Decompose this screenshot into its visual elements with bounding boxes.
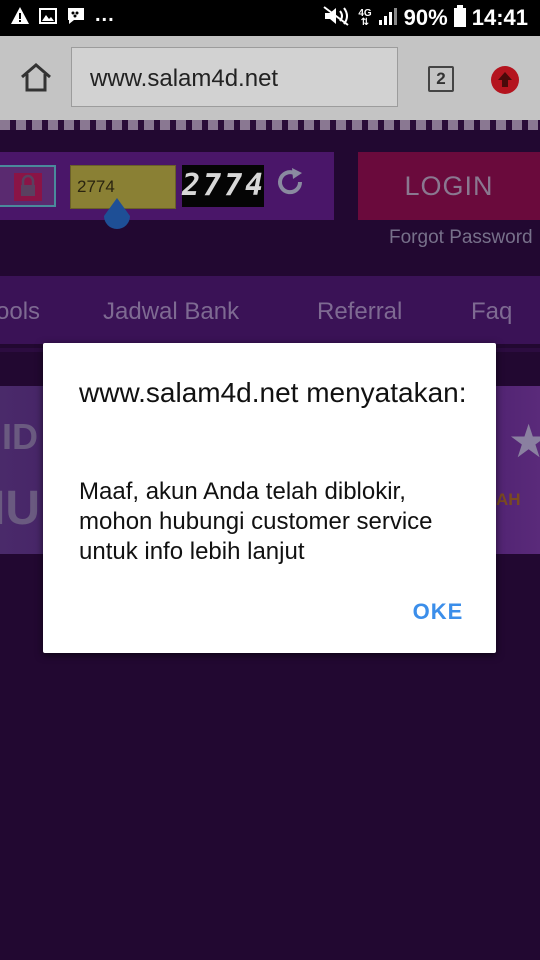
- nav-item-tools[interactable]: ools: [0, 298, 40, 326]
- nav-item-faq[interactable]: Faq: [471, 298, 512, 326]
- login-button[interactable]: LOGIN: [358, 152, 540, 220]
- image-icon: [39, 7, 57, 30]
- network-type-label: 4G: [358, 8, 372, 19]
- mute-icon: [322, 5, 352, 32]
- browser-toolbar: www.salam4d.net 2: [0, 36, 540, 120]
- nav-item-jadwal-bank[interactable]: Jadwal Bank: [103, 298, 239, 326]
- ok-button[interactable]: OKE: [393, 594, 483, 630]
- home-icon[interactable]: [18, 60, 54, 96]
- tabs-icon[interactable]: 2: [428, 66, 454, 92]
- battery-icon: [453, 4, 466, 32]
- password-field[interactable]: [0, 165, 56, 207]
- url-bar[interactable]: www.salam4d.net: [71, 47, 398, 107]
- upload-icon[interactable]: [491, 66, 519, 94]
- decorative-strip: [0, 120, 540, 130]
- overflow-dots: ...: [95, 3, 115, 26]
- signal-icon: [378, 6, 398, 31]
- banner-tag: AH: [496, 490, 521, 509]
- status-bar: ... 4G ⇅ 90% 14:41: [0, 0, 540, 36]
- forgot-password-link[interactable]: Forgot Password: [389, 227, 533, 249]
- nav-item-referral[interactable]: Referral: [317, 298, 402, 326]
- banner-text-1: IID: [0, 416, 39, 457]
- nav-bar: ools Jadwal Bank Referral Faq: [0, 276, 540, 344]
- warning-icon: [10, 6, 30, 31]
- captcha-image: 2774: [182, 165, 264, 207]
- dialog-message: Maaf, akun Anda telah diblokir, mohon hu…: [79, 478, 433, 565]
- star-icon: ★: [508, 415, 540, 467]
- banner-text-2: IU: [0, 482, 40, 535]
- url-text: www.salam4d.net: [90, 65, 279, 92]
- bbm-chat-icon: [66, 7, 86, 30]
- lock-icon: [14, 173, 42, 201]
- text-cursor-handle[interactable]: [102, 196, 132, 234]
- network-type: 4G ⇅: [358, 8, 372, 28]
- dialog-title: www.salam4d.net menyatakan:: [79, 377, 467, 408]
- system-indicators: 4G ⇅ 90% 14:41: [322, 4, 528, 32]
- clock: 14:41: [471, 5, 528, 30]
- screen: ... 4G ⇅ 90% 14:41 www.salam4d.net 2 277…: [0, 0, 540, 960]
- alert-dialog: www.salam4d.net menyatakan: Maaf, akun A…: [43, 343, 496, 653]
- refresh-captcha-icon[interactable]: [274, 166, 306, 198]
- notification-icons: ...: [10, 3, 115, 31]
- battery-percent: 90%: [403, 5, 448, 30]
